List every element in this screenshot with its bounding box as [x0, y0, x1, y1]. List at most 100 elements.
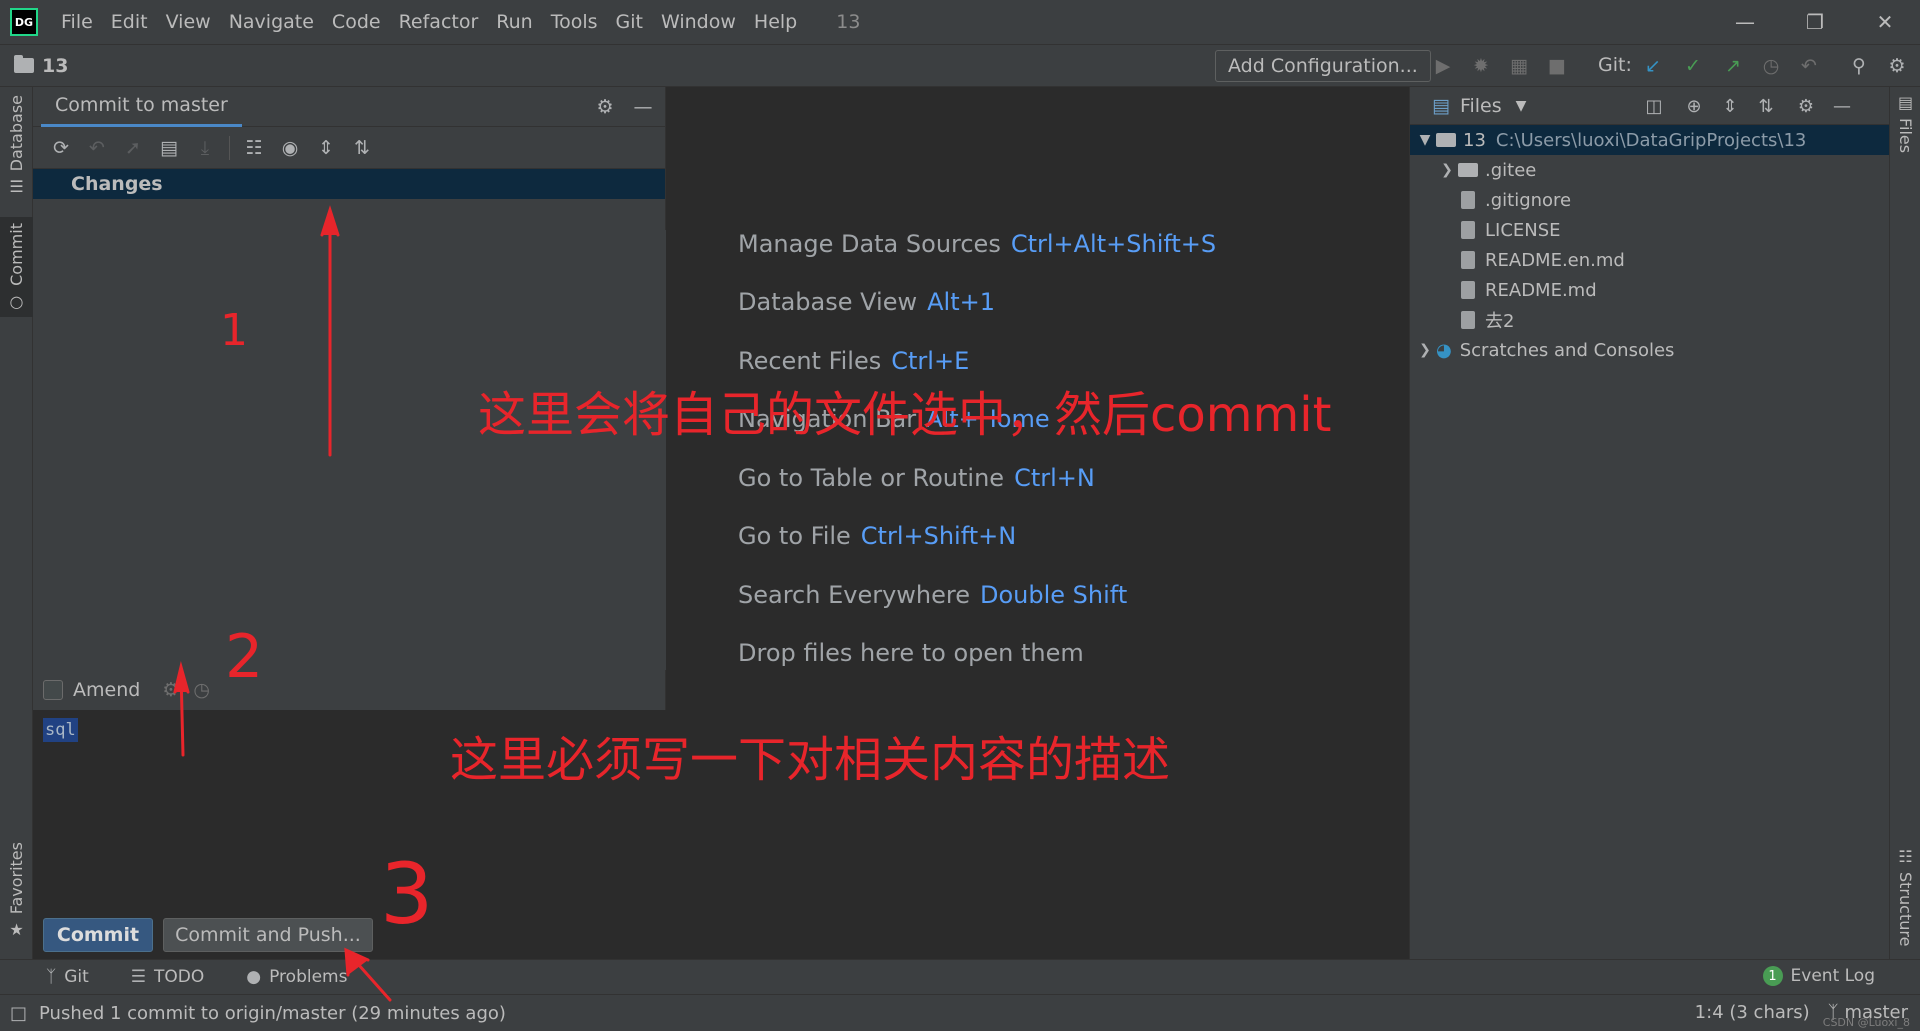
tab-problems[interactable]: ● Problems — [234, 967, 363, 987]
tree-item-license[interactable]: LICENSE — [1410, 215, 1889, 245]
group-by-icon[interactable]: ☷ — [236, 133, 272, 163]
file-icon — [1461, 311, 1475, 329]
files-panel: ▤ Files ▼ ◫ ⊕ ⇕ ⇅ ⚙ — ▼ 13 C:\Users\luox… — [1409, 87, 1889, 959]
menu-git[interactable]: Git — [607, 11, 652, 33]
commit-button[interactable]: Commit — [43, 917, 153, 952]
locate-icon[interactable]: ⊕ — [1682, 94, 1706, 118]
restore-icon[interactable]: ❐ — [1780, 0, 1850, 44]
event-log-label: Event Log — [1790, 966, 1875, 986]
menu-tools[interactable]: Tools — [542, 11, 607, 33]
scratches-icon: ◕ — [1436, 339, 1452, 361]
close-icon[interactable]: ✕ — [1850, 0, 1920, 44]
hide-panel-icon[interactable]: — — [1830, 94, 1854, 118]
file-icon — [1461, 251, 1475, 269]
tab-commit-to-master[interactable]: Commit to master — [41, 87, 242, 127]
tab-git[interactable]: ᛉ Git — [34, 967, 105, 987]
refresh-icon[interactable]: ⟳ — [43, 133, 79, 163]
tree-item-qu2[interactable]: 去2 — [1410, 305, 1889, 335]
tree-item-readme[interactable]: README.md — [1410, 275, 1889, 305]
chevron-right-icon[interactable]: ❯ — [1436, 162, 1458, 178]
commit-and-push-button[interactable]: Commit and Push... — [163, 917, 373, 952]
tab-database[interactable]: Database ☰ — [0, 95, 33, 196]
panel-settings-gear-icon[interactable]: ⚙ — [593, 95, 617, 119]
tab-commit[interactable]: Commit ○ — [0, 217, 33, 317]
run-icon[interactable]: ▶ — [1430, 53, 1456, 79]
changes-tree-area[interactable] — [33, 230, 666, 670]
show-diff-icon[interactable]: ▤ — [151, 133, 187, 163]
menu-code[interactable]: Code — [323, 11, 390, 33]
caret-position[interactable]: 1:4 (3 chars) — [1695, 1002, 1810, 1023]
menu-navigate[interactable]: Navigate — [220, 11, 323, 33]
breadcrumb[interactable]: 13 — [14, 55, 68, 77]
menu-file[interactable]: File — [52, 11, 102, 33]
message-history-clock-icon[interactable]: ◷ — [193, 679, 210, 701]
tree-item-readme-en[interactable]: README.en.md — [1410, 245, 1889, 275]
tab-files[interactable]: ▤ Files — [1890, 93, 1920, 153]
collapse-all-icon[interactable]: ⇅ — [344, 133, 380, 163]
amend-checkbox[interactable] — [43, 680, 63, 700]
folder-icon — [1436, 133, 1456, 147]
chevron-right-icon[interactable]: ❯ — [1414, 342, 1436, 358]
files-title: Files — [1459, 94, 1502, 117]
panel-settings-gear-icon[interactable]: ⚙ — [1794, 94, 1818, 118]
menu-edit[interactable]: Edit — [102, 11, 157, 33]
git-update-icon[interactable]: ↙ — [1640, 53, 1666, 79]
open-folder-icon[interactable]: ◫ — [1642, 94, 1666, 118]
expand-all-icon[interactable]: ⇕ — [1718, 94, 1742, 118]
menu-refactor[interactable]: Refactor — [390, 11, 488, 33]
commit-message-text: sql — [43, 718, 78, 742]
datagrip-logo-icon: DG — [10, 8, 38, 36]
tab-todo-label: TODO — [154, 967, 205, 987]
tab-todo[interactable]: ☰ TODO — [119, 967, 221, 987]
event-count-badge: 1 — [1762, 966, 1783, 986]
coverage-icon[interactable]: ▦ — [1506, 53, 1532, 79]
settings-gear-icon[interactable]: ⚙ — [1884, 53, 1910, 79]
tab-structure[interactable]: ☷ Structure — [1890, 847, 1920, 946]
files-icon: ▤ — [1897, 93, 1914, 112]
add-configuration-button[interactable]: Add Configuration... — [1215, 50, 1431, 82]
git-push-icon[interactable]: ↗ — [1720, 53, 1746, 79]
tab-favorites[interactable]: Favorites ★ — [0, 842, 33, 939]
changes-node[interactable]: Changes — [33, 169, 665, 199]
tree-item-gitignore[interactable]: .gitignore — [1410, 185, 1889, 215]
menu-view[interactable]: View — [157, 11, 220, 33]
tree-item-scratches[interactable]: ❯ ◕ Scratches and Consoles — [1410, 335, 1889, 365]
shelve-icon[interactable]: ⤓ — [187, 133, 223, 163]
expand-all-icon[interactable]: ⇕ — [308, 133, 344, 163]
hide-panel-icon[interactable]: — — [631, 95, 655, 119]
move-to-changelist-icon[interactable]: ➚ — [115, 133, 151, 163]
tab-database-label: Database — [7, 95, 26, 172]
history-icon[interactable]: ◷ — [1758, 53, 1784, 79]
tab-favorites-label: Favorites — [7, 842, 26, 915]
commit-toolbar: ⟳ ↶ ➚ ▤ ⤓ ☷ ◉ ⇕ ⇅ — [33, 127, 665, 169]
git-commit-icon[interactable]: ✓ — [1680, 53, 1706, 79]
stop-icon[interactable]: ■ — [1544, 53, 1570, 79]
event-log-button[interactable]: 1 Event Log — [1762, 966, 1875, 986]
tree-root[interactable]: ▼ 13 C:\Users\luoxi\DataGripProjects\13 — [1410, 125, 1889, 155]
search-icon[interactable]: ⚲ — [1846, 53, 1872, 79]
rollback-icon[interactable]: ↶ — [79, 133, 115, 163]
tree-item-label: .gitignore — [1485, 189, 1572, 211]
todo-list-icon: ☰ — [130, 967, 147, 987]
files-view-selector[interactable]: ▤ Files ▼ — [1432, 95, 1526, 117]
annotation-note-describe: 这里必须写一下对相关内容的描述 — [450, 732, 1171, 788]
menu-bar: DG File Edit View Navigate Code Refactor… — [0, 0, 1920, 44]
editor-area[interactable]: Manage Data Sources Ctrl+Alt+Shift+S Data… — [666, 87, 1408, 959]
tree-item-gitee[interactable]: ❯ .gitee — [1410, 155, 1889, 185]
commit-options-gear-icon[interactable]: ⚙ — [162, 679, 179, 701]
amend-label[interactable]: Amend — [73, 679, 140, 701]
tool-windows-icon[interactable]: □ — [10, 1003, 27, 1024]
minimize-icon[interactable]: — — [1710, 0, 1780, 44]
chevron-down-icon[interactable]: ▼ — [1414, 132, 1436, 148]
menu-window[interactable]: Window — [652, 11, 745, 33]
main-toolbar: 13 Add Configuration... ▶ ✹ ▦ ■ Git: ↙ ✓… — [0, 44, 1920, 87]
rollback-icon[interactable]: ↶ — [1796, 53, 1822, 79]
tree-item-label: 去2 — [1485, 311, 1515, 332]
collapse-all-icon[interactable]: ⇅ — [1754, 94, 1778, 118]
menu-run[interactable]: Run — [487, 11, 541, 33]
menu-help[interactable]: Help — [745, 11, 806, 33]
status-message[interactable]: □ Pushed 1 commit to origin/master (29 m… — [10, 1003, 506, 1024]
debug-icon[interactable]: ✹ — [1468, 53, 1494, 79]
view-options-eye-icon[interactable]: ◉ — [272, 133, 308, 163]
tab-structure-label: Structure — [1896, 872, 1915, 947]
